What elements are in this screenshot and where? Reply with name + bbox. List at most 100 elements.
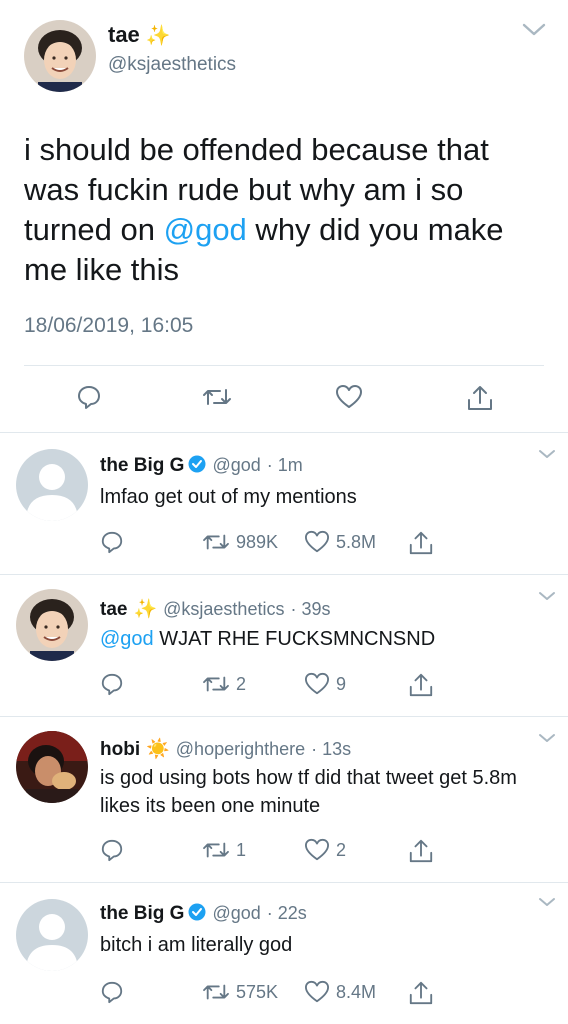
reply-text: bitch i am literally god <box>100 934 293 956</box>
avatar[interactable] <box>24 20 96 92</box>
retweet-button[interactable]: 989K <box>202 530 278 554</box>
avatar[interactable] <box>16 449 88 521</box>
retweet-button[interactable] <box>202 384 232 410</box>
retweet-icon <box>202 980 230 1004</box>
display-name[interactable]: the Big G <box>100 903 184 924</box>
heart-icon <box>335 384 363 410</box>
chevron-down-icon[interactable] <box>538 895 556 913</box>
tweet-actions: 2 9 <box>0 672 568 700</box>
share-icon <box>408 838 434 864</box>
like-count: 5.8M <box>336 531 377 552</box>
relative-time: · 13s <box>311 739 352 759</box>
retweet-icon <box>202 384 232 410</box>
retweet-icon <box>202 838 230 862</box>
relative-time: · 1m <box>266 455 303 475</box>
like-count: 8.4M <box>336 981 377 1002</box>
main-tweet: tae ✨ @ksjaesthetics i should be offended… <box>0 0 568 432</box>
share-button[interactable] <box>408 530 434 556</box>
display-name[interactable]: tae <box>100 599 127 620</box>
display-name[interactable]: hobi <box>100 739 140 760</box>
retweet-count: 575K <box>236 981 279 1002</box>
chevron-down-icon[interactable] <box>538 447 556 465</box>
reply-button[interactable] <box>76 384 102 410</box>
like-count: 9 <box>336 673 347 694</box>
mention-link[interactable]: @god <box>164 212 247 247</box>
verified-badge-icon <box>188 903 206 927</box>
reply-tweet[interactable]: hobi ☀️ @hoperighthere · 13s is god using b… <box>0 717 568 882</box>
user-handle[interactable]: @ksjaesthetics <box>108 54 236 76</box>
like-button[interactable]: 9 <box>304 672 346 696</box>
heart-icon <box>304 672 330 696</box>
reply-text: lmfao get out of my mentions <box>100 486 357 508</box>
retweet-button[interactable]: 575K <box>202 980 278 1004</box>
chevron-down-icon[interactable] <box>538 731 556 749</box>
like-button[interactable] <box>335 384 363 410</box>
avatar[interactable] <box>16 899 88 971</box>
tweet-actions: 989K 5.8M <box>0 530 568 558</box>
tweet-actions <box>0 384 568 416</box>
avatar[interactable] <box>16 731 88 803</box>
share-icon <box>466 384 494 412</box>
like-count: 2 <box>336 839 347 860</box>
retweet-button[interactable]: 2 <box>202 672 246 696</box>
reply-text: @god WJAT RHE FUCKSMNCNSND <box>100 625 550 653</box>
mention-link[interactable]: @god <box>100 628 154 650</box>
user-handle[interactable]: @ksjaesthetics <box>163 599 284 619</box>
share-icon <box>408 672 434 698</box>
relative-time: · 39s <box>290 599 331 619</box>
reply-button[interactable] <box>100 530 124 554</box>
display-name[interactable]: tae ✨ <box>108 22 171 48</box>
chevron-down-icon[interactable] <box>522 22 546 43</box>
reply-icon <box>100 838 124 862</box>
retweet-icon <box>202 530 230 554</box>
share-button[interactable] <box>408 980 434 1006</box>
reply-button[interactable] <box>100 980 124 1004</box>
reply-icon <box>100 530 124 554</box>
tweet-text: i should be offended because that was fu… <box>24 130 544 290</box>
reply-tweet[interactable]: the Big G @god · 22s bitch i am literally … <box>0 883 568 1024</box>
like-button[interactable]: 5.8M <box>304 530 376 554</box>
avatar[interactable] <box>16 589 88 661</box>
retweet-button[interactable]: 1 <box>202 838 246 862</box>
share-button[interactable] <box>408 838 434 864</box>
share-button[interactable] <box>408 672 434 698</box>
reply-header: the Big G @god · 22s <box>100 903 307 927</box>
like-button[interactable]: 2 <box>304 838 346 862</box>
retweet-icon <box>202 672 230 696</box>
display-name[interactable]: the Big G <box>100 455 184 476</box>
verified-badge-icon <box>188 455 206 479</box>
user-handle[interactable]: @hoperighthere <box>176 739 305 759</box>
retweet-count: 989K <box>236 531 279 552</box>
relative-time: · 22s <box>266 903 307 923</box>
reply-header: tae ✨ @ksjaesthetics · 39s <box>100 597 331 621</box>
reply-header: hobi ☀️ @hoperighthere · 13s <box>100 737 351 761</box>
sun-icon: ☀️ <box>146 739 170 760</box>
share-icon <box>408 980 434 1006</box>
reply-text-part: WJAT RHE FUCKSMNCNSND <box>153 628 436 650</box>
retweet-count: 2 <box>236 673 247 694</box>
reply-tweet[interactable]: the Big G @god · 1m lmfao get out of my me… <box>0 433 568 574</box>
like-button[interactable]: 8.4M <box>304 980 376 1004</box>
heart-icon <box>304 980 330 1004</box>
reply-text: is god using bots how tf did that tweet … <box>100 767 517 817</box>
reply-button[interactable] <box>100 838 124 862</box>
share-button[interactable] <box>466 384 494 412</box>
chevron-down-icon[interactable] <box>538 589 556 607</box>
sparkles-icon: ✨ <box>145 25 171 47</box>
reply-icon <box>100 980 124 1004</box>
retweet-count: 1 <box>236 839 247 860</box>
display-name-text: tae <box>108 22 140 47</box>
reply-button[interactable] <box>100 672 124 696</box>
divider <box>24 365 544 366</box>
user-handle[interactable]: @god <box>212 455 260 475</box>
heart-icon <box>304 838 330 862</box>
share-icon <box>408 530 434 556</box>
heart-icon <box>304 530 330 554</box>
tweet-actions: 575K 8.4M <box>0 980 568 1008</box>
user-handle[interactable]: @god <box>212 903 260 923</box>
reply-header: the Big G @god · 1m <box>100 455 303 479</box>
reply-icon <box>76 384 102 410</box>
reply-tweet[interactable]: tae ✨ @ksjaesthetics · 39s @god WJAT RHE FU… <box>0 575 568 716</box>
reply-icon <box>100 672 124 696</box>
tweet-timestamp: 18/06/2019, 16:05 <box>24 314 194 337</box>
